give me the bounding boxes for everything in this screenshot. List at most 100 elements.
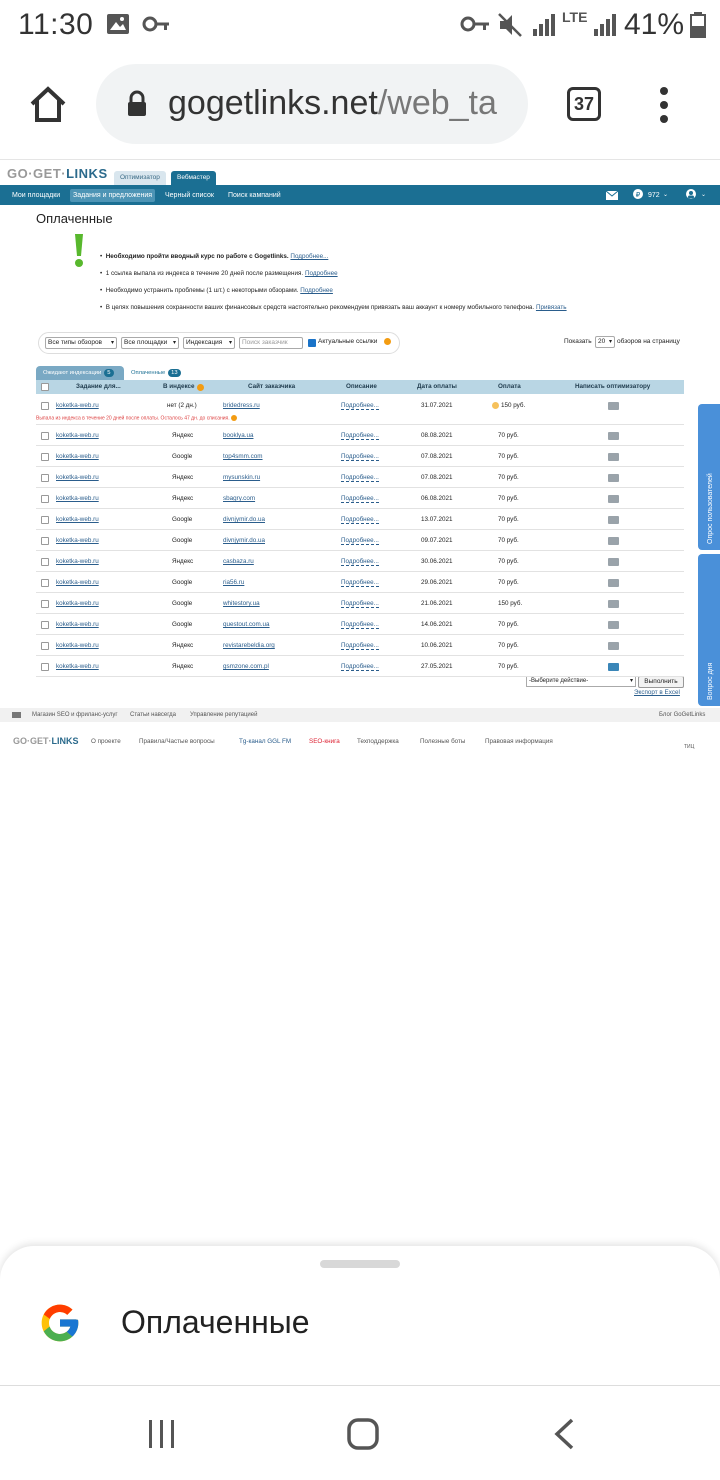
message-icon[interactable]: [608, 474, 619, 482]
customer-search-input[interactable]: Поиск заказчик: [239, 337, 303, 349]
row-description-link[interactable]: Подробнее...: [341, 474, 379, 482]
export-excel-link[interactable]: Экспорт в Excel: [634, 689, 680, 696]
tab-webmaster[interactable]: Вебмастер: [171, 171, 216, 185]
message-icon[interactable]: [608, 642, 619, 650]
row-task-link[interactable]: koketka-web.ru: [56, 600, 99, 607]
notice-index-link[interactable]: Подробнее: [305, 270, 338, 277]
message-icon[interactable]: [608, 495, 619, 503]
row-description-link[interactable]: Подробнее...: [341, 495, 379, 503]
bulk-action-select[interactable]: -Выберите действие- ▾: [526, 676, 636, 687]
side-tab-survey[interactable]: Опрос пользователей: [698, 404, 720, 550]
row-task-link[interactable]: koketka-web.ru: [56, 558, 99, 565]
row-customer-site-link[interactable]: whitestory.ua: [223, 600, 260, 607]
message-icon[interactable]: [608, 579, 619, 587]
per-page-select[interactable]: 20 ▾: [595, 336, 615, 348]
row-task-link[interactable]: koketka-web.ru: [56, 579, 99, 586]
execute-button[interactable]: Выполнить: [638, 676, 684, 688]
back-icon[interactable]: [552, 1417, 576, 1451]
select-all-checkbox[interactable]: [41, 383, 49, 391]
footer-shop-link[interactable]: Магазин SEO и фриланс-услуг: [32, 712, 118, 718]
filter-index-select[interactable]: Индексация ▾: [183, 337, 235, 349]
row-description-link[interactable]: Подробнее...: [341, 579, 379, 587]
message-icon[interactable]: [608, 432, 619, 440]
row-checkbox[interactable]: [41, 579, 49, 587]
footer-bots-link[interactable]: Полезные боты: [420, 738, 465, 745]
row-task-link[interactable]: koketka-web.ru: [56, 516, 99, 523]
footer-seo-book-link[interactable]: SEO-книга: [309, 738, 340, 745]
tab-paid[interactable]: Оплаченные 13: [124, 366, 188, 380]
row-description-link[interactable]: Подробнее...: [341, 621, 379, 629]
tab-optimizer[interactable]: Оптимизатор: [114, 171, 166, 185]
footer-reputation-link[interactable]: Управление репутацией: [190, 712, 257, 718]
notice-course-link[interactable]: Подробнее...: [290, 253, 328, 260]
row-checkbox[interactable]: [41, 537, 49, 545]
row-customer-site-link[interactable]: mysunskin.ru: [223, 474, 260, 481]
chevron-down-icon[interactable]: ⌄: [660, 189, 671, 202]
row-checkbox[interactable]: [41, 474, 49, 482]
row-description-link[interactable]: Подробнее...: [341, 432, 379, 440]
message-icon[interactable]: [608, 537, 619, 545]
row-customer-site-link[interactable]: casbaza.ru: [223, 558, 254, 565]
mail-icon[interactable]: [606, 191, 618, 200]
row-checkbox[interactable]: [41, 621, 49, 629]
site-logo[interactable]: GO·GET·LINKS: [7, 166, 108, 181]
col-index[interactable]: В индексе: [163, 383, 195, 390]
row-customer-site-link[interactable]: revistarebeldia.org: [223, 642, 275, 649]
row-task-link[interactable]: koketka-web.ru: [56, 621, 99, 628]
nav-blacklist[interactable]: Черный список: [162, 189, 217, 202]
footer-legal-link[interactable]: Правовая информация: [485, 738, 553, 745]
row-task-link[interactable]: koketka-web.ru: [56, 663, 99, 670]
address-bar[interactable]: gogetlinks.net/web_ta: [96, 64, 528, 144]
row-description-link[interactable]: Подробнее...: [341, 600, 379, 608]
row-customer-site-link[interactable]: gsmzone.com.pl: [223, 663, 269, 670]
footer-articles-link[interactable]: Статьи навсегда: [130, 712, 176, 718]
filter-sites-select[interactable]: Все площадки ▾: [121, 337, 179, 349]
row-customer-site-link[interactable]: sbagry.com: [223, 495, 255, 502]
footer-blog-link[interactable]: Блог GoGetLinks: [659, 712, 705, 718]
message-icon[interactable]: [608, 600, 619, 608]
nav-campaign-search[interactable]: Поиск кампаний: [225, 189, 284, 202]
filter-types-select[interactable]: Все типы обзоров ▾: [45, 337, 117, 349]
footer-tg-link[interactable]: Tg-канал GGL FM: [239, 738, 291, 745]
notice-problems-link[interactable]: Подробнее: [300, 287, 333, 294]
message-icon[interactable]: [608, 663, 619, 671]
footer-support-link[interactable]: Техподдержка: [357, 738, 399, 745]
user-icon[interactable]: [686, 189, 696, 199]
message-icon[interactable]: [608, 558, 619, 566]
footer-rules-link[interactable]: Правила/Частые вопросы: [139, 738, 215, 745]
row-checkbox[interactable]: [41, 663, 49, 671]
row-customer-site-link[interactable]: bridedress.ru: [223, 402, 260, 409]
help-icon[interactable]: [384, 338, 391, 345]
tab-awaiting-indexing[interactable]: Ожидают индексации 5: [36, 366, 124, 380]
row-customer-site-link[interactable]: booklya.ua: [223, 432, 253, 439]
col-customer-site[interactable]: Сайт заказчика: [248, 383, 295, 390]
row-customer-site-link[interactable]: ria56.ru: [223, 579, 244, 586]
row-description-link[interactable]: Подробнее...: [341, 663, 379, 671]
row-description-link[interactable]: Подробнее...: [341, 642, 379, 650]
menu-kebab-icon[interactable]: [658, 86, 670, 124]
sheet-handle[interactable]: [320, 1260, 400, 1268]
col-payment-date[interactable]: Дата оплаты: [417, 383, 457, 390]
row-checkbox[interactable]: [41, 402, 49, 410]
row-checkbox[interactable]: [41, 516, 49, 524]
notice-phone-link[interactable]: Привязать: [536, 304, 567, 311]
message-icon[interactable]: [608, 402, 619, 410]
row-task-link[interactable]: koketka-web.ru: [56, 402, 99, 409]
row-task-link[interactable]: koketka-web.ru: [56, 537, 99, 544]
row-task-link[interactable]: koketka-web.ru: [56, 495, 99, 502]
row-task-link[interactable]: koketka-web.ru: [56, 474, 99, 481]
row-description-link[interactable]: Подробнее...: [341, 537, 379, 545]
row-description-link[interactable]: Подробнее...: [341, 402, 379, 410]
home-icon[interactable]: [28, 84, 68, 124]
bottom-sheet[interactable]: Оплаченные: [0, 1246, 720, 1386]
nav-tasks[interactable]: Задания и предложения: [70, 189, 156, 202]
footer-logo[interactable]: GO·GET·LINKS: [13, 736, 79, 746]
col-payment[interactable]: Оплата: [498, 383, 521, 390]
help-icon-index[interactable]: [197, 384, 204, 391]
row-task-link[interactable]: koketka-web.ru: [56, 432, 99, 439]
row-customer-site-link[interactable]: questout.com.ua: [223, 621, 270, 628]
footer-about-link[interactable]: О проекте: [91, 738, 121, 745]
row-checkbox[interactable]: [41, 642, 49, 650]
recent-apps-icon[interactable]: [146, 1418, 178, 1450]
row-description-link[interactable]: Подробнее...: [341, 558, 379, 566]
